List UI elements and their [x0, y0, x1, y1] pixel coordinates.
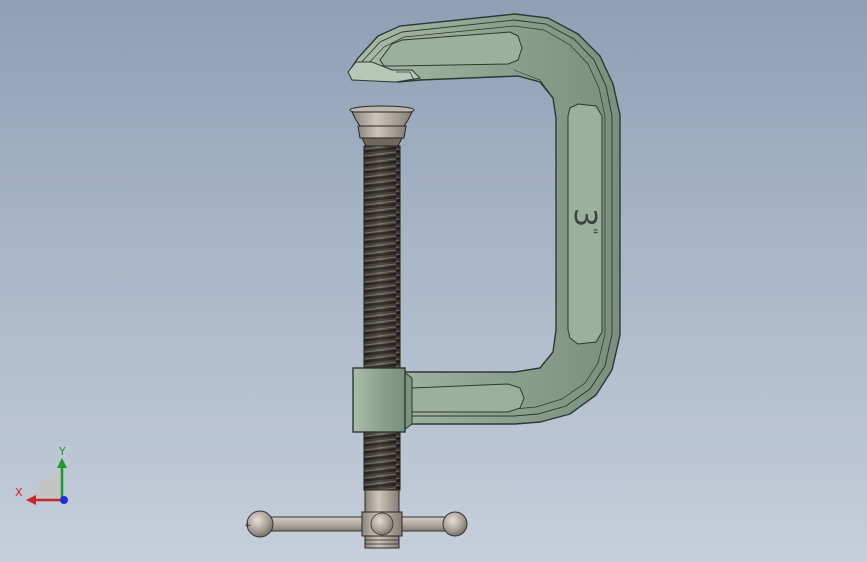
cad-graphics-viewport[interactable]: 3 " + Y X [0, 0, 867, 562]
handle-ball-right[interactable] [442, 511, 468, 537]
size-engraving: 3 [567, 208, 602, 227]
view-orientation-triad-icon[interactable]: Y X [15, 445, 68, 505]
triad-x-label: X [15, 486, 23, 499]
swivel-pad[interactable] [349, 105, 415, 147]
frame-boss[interactable] [352, 367, 413, 433]
size-unit-engraving: " [583, 228, 599, 234]
t-handle[interactable]: + [244, 510, 468, 538]
threaded-screw[interactable] [363, 145, 401, 491]
svg-text:+: + [244, 521, 252, 531]
triad-plane [30, 470, 62, 500]
triad-y-label: Y [58, 445, 66, 458]
frame-bottom-channel [411, 383, 525, 413]
triad-z-axis [60, 496, 68, 504]
